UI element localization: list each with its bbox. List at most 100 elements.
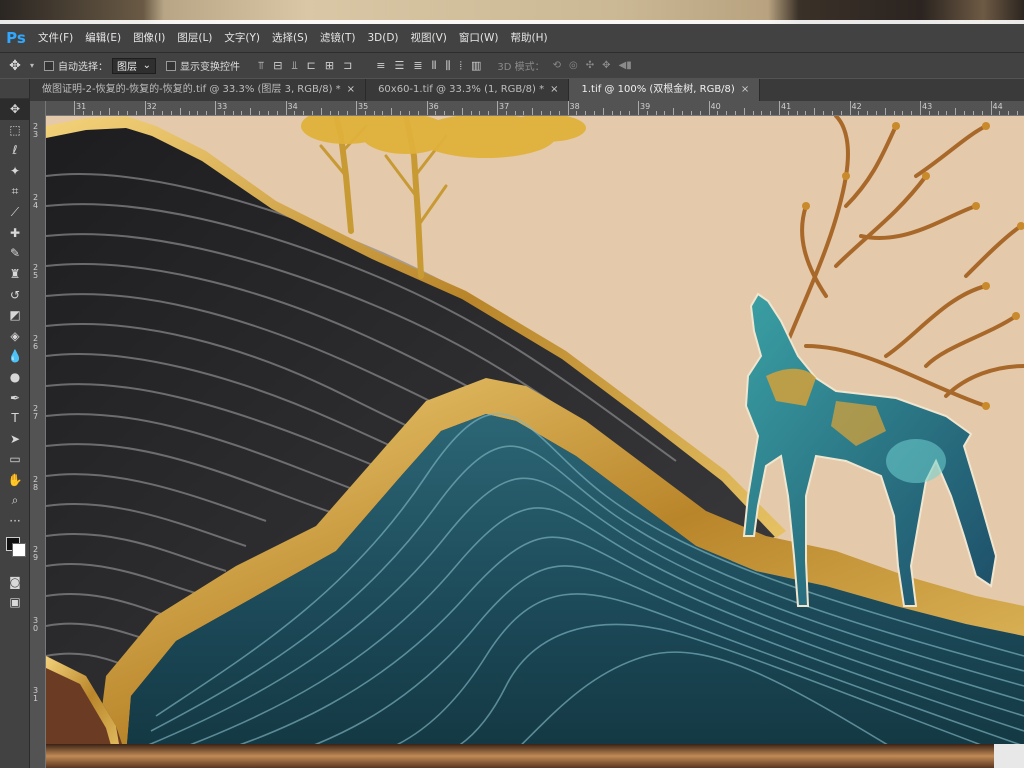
menu-help[interactable]: 帮助(H) [505, 24, 554, 52]
ruler-tick [497, 101, 498, 115]
move-icon[interactable]: ✥ [0, 99, 30, 120]
ruler-left-label: 2 3 [33, 122, 39, 139]
eyedropper-icon[interactable]: ⟋ [0, 202, 30, 223]
align-vcenter-icon[interactable]: ⊟ [273, 59, 282, 73]
ruler-tick [400, 111, 402, 115]
align-bottom-icon[interactable]: ⫫ [291, 59, 297, 73]
marquee-icon[interactable]: ⬚ [0, 120, 30, 141]
document-canvas[interactable] [46, 116, 1024, 768]
menu-3d[interactable]: 3D(D) [361, 24, 404, 52]
auto-select-dropdown[interactable]: 图层 ⌄ [112, 57, 157, 74]
ruler-tick [955, 108, 957, 115]
paint-bucket-icon[interactable]: ◈ [0, 326, 30, 347]
pan-3d-icon[interactable]: ✣ [586, 60, 594, 71]
move-tool-preset-icon[interactable]: ✥ [0, 53, 30, 79]
ruler-tick [999, 111, 1001, 115]
scale-3d-icon[interactable]: ◀▮ [619, 60, 632, 71]
dodge-icon[interactable]: ● [0, 367, 30, 388]
blur-icon[interactable]: 💧 [0, 346, 30, 367]
menu-type[interactable]: 文字(Y) [218, 24, 266, 52]
brush-icon[interactable]: ✎ [0, 243, 30, 264]
distribute-vcenter-icon[interactable]: ☰ [395, 59, 405, 73]
ruler-tick [532, 108, 534, 115]
menu-image[interactable]: 图像(I) [127, 24, 171, 52]
ruler-top-label: 33 [217, 102, 228, 111]
distribute-bottom-icon[interactable]: ≣ [413, 59, 422, 73]
ruler-tick [417, 111, 419, 115]
ruler-tick [118, 111, 120, 115]
align-left-icon[interactable]: ⊏ [307, 59, 316, 73]
ruler-tick [109, 108, 111, 115]
ruler-tick [505, 111, 507, 115]
ruler-tick [488, 111, 490, 115]
distribute-left-icon[interactable]: ⦀ [432, 59, 437, 73]
auto-align-icon[interactable]: ▥ [471, 59, 481, 73]
menu-view[interactable]: 视图(V) [405, 24, 453, 52]
zoom-icon[interactable]: ⌕ [0, 490, 30, 511]
ruler-tick [805, 111, 807, 115]
ruler-tick [673, 108, 675, 115]
options-bar: ✥ ▾ 自动选择： 图层 ⌄ 显示变换控件 ⫪ ⊟ ⫫ ⊏ ⊞ ⊐ ≡ ☰ ≣ … [0, 52, 1024, 78]
close-icon[interactable]: × [550, 84, 558, 95]
ruler-tick [690, 111, 692, 115]
show-transform-checkbox[interactable] [166, 60, 177, 71]
menu-window[interactable]: 窗口(W) [453, 24, 505, 52]
menu-filter[interactable]: 滤镜(T) [314, 24, 362, 52]
ruler-tick [74, 101, 75, 115]
horizontal-ruler[interactable]: 31 32 33 34 35 36 37 38 39 40 41 42 43 44 [46, 101, 1024, 116]
tab-bar-filler [760, 79, 1024, 101]
menu-edit[interactable]: 编辑(E) [79, 24, 127, 52]
chevron-down-icon: ⌄ [142, 60, 152, 71]
lasso-icon[interactable]: ℓ [0, 140, 30, 161]
crop-icon[interactable]: ⌗ [0, 181, 30, 202]
pen-icon[interactable]: ✒ [0, 387, 30, 408]
ruler-tick [206, 111, 208, 115]
slide-3d-icon[interactable]: ✥ [602, 60, 610, 71]
type-icon[interactable]: T [0, 408, 30, 429]
menu-layer[interactable]: 图层(L) [171, 24, 218, 52]
path-selection-icon[interactable]: ➤ [0, 429, 30, 450]
history-brush-icon[interactable]: ↺ [0, 284, 30, 305]
align-right-icon[interactable]: ⊐ [343, 59, 352, 73]
rectangle-icon[interactable]: ▭ [0, 449, 30, 470]
align-hcenter-icon[interactable]: ⊞ [325, 59, 334, 73]
orbit-3d-icon[interactable]: ⟲ [553, 60, 561, 71]
magic-wand-icon[interactable]: ✦ [0, 161, 30, 182]
ruler-tick [831, 111, 833, 115]
ruler-tick [972, 111, 974, 115]
auto-select-label: 自动选择： [58, 62, 109, 73]
ruler-tick [682, 111, 684, 115]
toolbar-grip[interactable] [0, 79, 29, 99]
quick-mask-icon[interactable]: ◙ [0, 571, 30, 592]
screen-mode-icon[interactable]: ▣ [0, 592, 30, 613]
distribute-hcenter-icon[interactable]: ⫼ [445, 59, 450, 73]
ruler-tick [408, 111, 410, 115]
close-icon[interactable]: × [741, 84, 749, 95]
ruler-tick [620, 111, 622, 115]
menu-select[interactable]: 选择(S) [266, 24, 314, 52]
eraser-icon[interactable]: ◩ [0, 305, 30, 326]
document-tab[interactable]: 做图证明-2-恢复的-恢复的-恢复的.tif @ 33.3% (图层 3, RG… [30, 79, 367, 101]
clone-stamp-icon[interactable]: ♜ [0, 264, 30, 285]
ruler-tick [779, 101, 780, 115]
ruler-tick [743, 108, 745, 115]
vertical-ruler[interactable]: 2 3 2 4 2 5 2 6 2 7 2 8 2 9 3 0 3 1 [30, 101, 46, 768]
chevron-down-icon[interactable]: ▾ [30, 61, 34, 70]
document-tab[interactable]: 60x60-1.tif @ 33.3% (1, RGB/8) * × [366, 79, 570, 101]
auto-select-checkbox[interactable] [44, 60, 55, 71]
healing-brush-icon[interactable]: ✚ [0, 223, 30, 244]
hand-icon[interactable]: ✋ [0, 470, 30, 491]
background-color-swatch[interactable] [12, 543, 26, 558]
3d-mode-label: 3D 模式： [497, 62, 545, 73]
close-icon[interactable]: × [347, 84, 355, 95]
more-tools-icon[interactable]: ··· [0, 511, 30, 532]
roll-3d-icon[interactable]: ◎ [569, 60, 578, 71]
ruler-tick [170, 111, 172, 115]
distribute-top-icon[interactable]: ≡ [376, 59, 385, 73]
artwork [46, 116, 1024, 768]
document-tab-active[interactable]: 1.tif @ 100% (双根金树, RGB/8) × [569, 79, 761, 101]
align-top-icon[interactable]: ⫪ [258, 59, 264, 73]
ruler-tick [320, 108, 322, 115]
distribute-right-icon[interactable]: ⦙ [460, 59, 462, 73]
menu-file[interactable]: 文件(F) [32, 24, 79, 52]
